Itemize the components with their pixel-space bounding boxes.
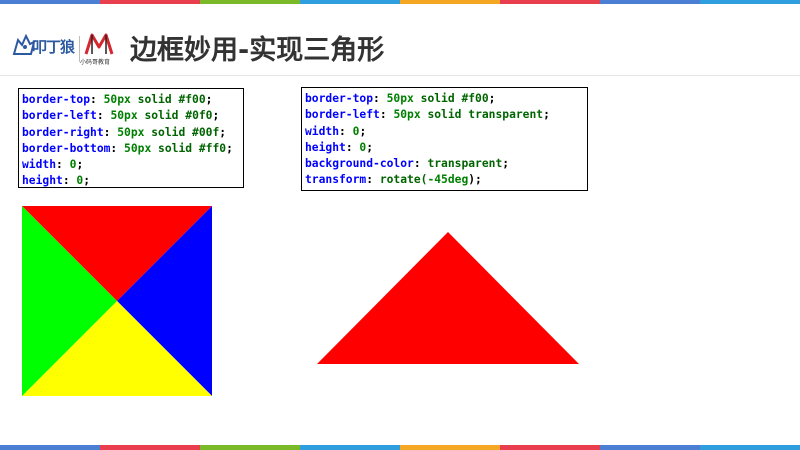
code-number: 50	[393, 108, 408, 122]
code-property: width	[305, 124, 340, 138]
stripe-segment	[400, 445, 500, 450]
code-colon: :	[96, 109, 111, 123]
code-line: transform: rotate(-45deg);	[305, 172, 587, 188]
code-number: -45	[427, 173, 448, 187]
stripe-segment	[600, 445, 700, 450]
code-unit: px	[400, 92, 414, 105]
wolfcode-logo: 叩丁狼	[12, 32, 75, 66]
code-property: transform	[305, 173, 367, 187]
code-terminator: ;	[366, 140, 374, 154]
code-property: border-left	[22, 109, 97, 123]
code-property: border-right	[22, 125, 104, 139]
xiaomage-m-icon	[84, 33, 114, 55]
code-unit: px	[407, 108, 421, 122]
code-property: background-color	[305, 157, 414, 171]
stripe-segment	[500, 445, 600, 450]
code-number: 50	[386, 92, 401, 105]
code-terminator: );	[468, 173, 482, 187]
code-colon: :	[90, 93, 104, 106]
slide-title: 边框妙用-实现三角形	[130, 35, 385, 66]
code-colon: :	[110, 141, 125, 155]
code-property: border-left	[305, 108, 380, 122]
code-number: 50	[117, 125, 131, 139]
xiaomage-logo-text: 小码哥教育	[80, 59, 111, 66]
code-value: solid #f00	[413, 92, 489, 105]
code-unit: px	[137, 141, 152, 155]
code-unit: px	[124, 109, 138, 123]
code-terminator: ;	[359, 124, 367, 138]
code-number: 50	[103, 93, 118, 106]
code-colon: :	[56, 158, 70, 172]
code-line: height: 0;	[305, 140, 587, 156]
code-property: width	[22, 158, 57, 172]
code-box-four-borders: border-top: 50px solid #f00; border-left:…	[18, 88, 244, 188]
code-colon: :	[339, 124, 353, 138]
code-terminator: ;	[502, 157, 510, 171]
code-property: height	[22, 174, 63, 188]
code-terminator: ;	[226, 141, 233, 155]
code-property: border-top	[305, 92, 374, 105]
code-property: border-top	[22, 93, 91, 106]
code-property: height	[305, 140, 346, 154]
code-function: rotate(	[379, 173, 428, 187]
code-terminator: ;	[83, 174, 91, 188]
code-terminator: ;	[543, 108, 550, 122]
xiaomage-logo: 小码哥教育	[80, 32, 118, 68]
code-line: width: 0;	[305, 124, 587, 140]
four-color-border-square	[22, 206, 212, 396]
code-number: 50	[124, 141, 138, 155]
code-unit: deg	[447, 173, 469, 187]
code-unit: px	[130, 125, 145, 139]
code-line: background-color: transparent;	[305, 156, 587, 172]
code-colon: :	[413, 157, 428, 171]
code-line: border-bottom: 50px solid #ff0;	[22, 141, 243, 157]
code-value: solid #ff0	[151, 141, 227, 155]
code-line: width: 0;	[22, 157, 243, 173]
code-value: solid #0f0	[137, 109, 213, 123]
code-terminator: ;	[76, 158, 84, 172]
wolfcode-logo-text: 叩丁狼	[32, 38, 75, 56]
code-colon: :	[62, 174, 77, 188]
code-line: border-left: 50px solid transparent;	[305, 107, 587, 123]
code-value: solid transparent	[420, 108, 544, 122]
red-triangle	[317, 232, 579, 364]
slide-header: 叩丁狼 小码哥教育 边框妙用-实现三角形	[0, 4, 800, 76]
stripe-segment	[700, 445, 800, 450]
code-colon: :	[379, 108, 394, 122]
code-colon: :	[373, 92, 387, 105]
stripe-segment	[0, 445, 100, 450]
bottom-color-stripe	[0, 445, 800, 450]
code-property: border-bottom	[22, 141, 111, 155]
code-terminator: ;	[488, 92, 496, 105]
code-line: border-top: 50px solid #f00;	[305, 91, 587, 107]
code-unit: px	[117, 93, 131, 106]
code-line: border-right: 50px solid #00f;	[22, 125, 243, 141]
code-value: solid #f00	[130, 93, 206, 106]
code-value: transparent	[427, 157, 503, 171]
code-colon: :	[345, 140, 360, 154]
code-line: border-top: 50px solid #f00;	[22, 92, 243, 108]
code-line: height: 0;	[22, 173, 243, 189]
triangle-shape	[317, 232, 579, 364]
code-line: border-left: 50px solid #0f0;	[22, 108, 243, 124]
code-terminator: ;	[205, 93, 213, 106]
code-terminator: ;	[219, 125, 227, 139]
stripe-segment	[200, 445, 300, 450]
code-box-triangle: border-top: 50px solid #f00; border-left:…	[301, 87, 588, 191]
stripe-segment	[300, 445, 400, 450]
code-colon: :	[103, 125, 118, 139]
code-number: 50	[110, 109, 125, 123]
code-terminator: ;	[212, 109, 220, 123]
code-colon: :	[366, 173, 380, 187]
code-value: solid #00f	[144, 125, 220, 139]
stripe-segment	[100, 445, 200, 450]
